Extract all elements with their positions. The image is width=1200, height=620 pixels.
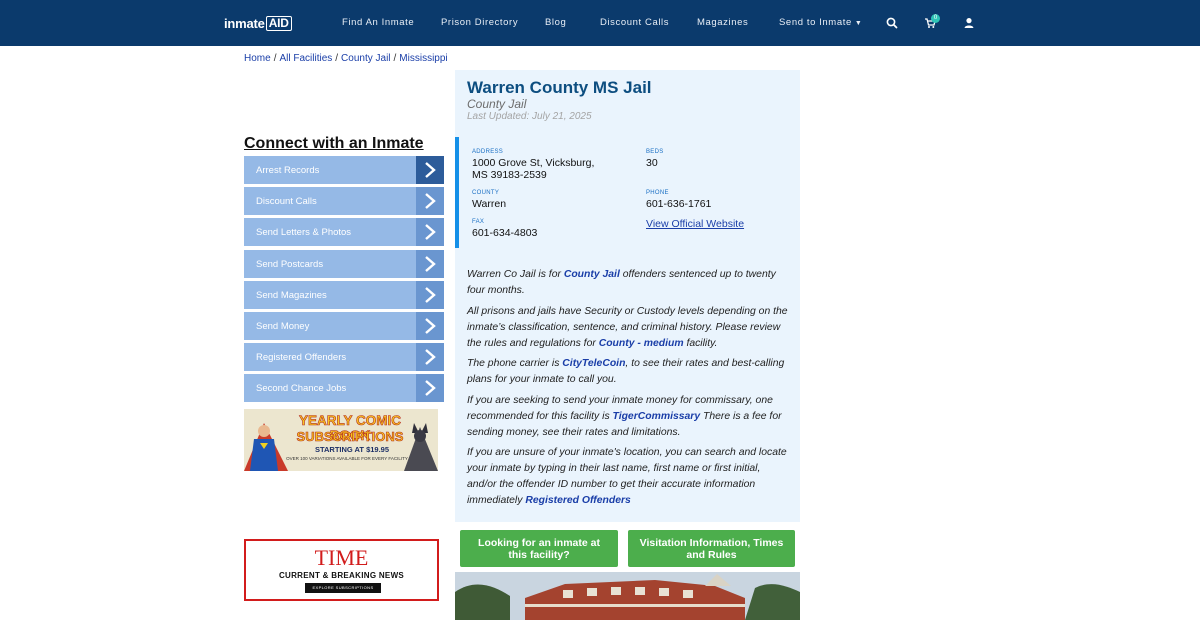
chevron-right-icon [416,218,444,247]
description-text: The phone carrier is [467,358,563,369]
breadcrumb-separator: / [393,53,397,64]
breadcrumb: Home / All Facilities / County Jail / Mississi… [244,53,448,64]
facility-type: County Jail [467,97,527,111]
info-accent-bar [455,137,459,248]
search-icon[interactable] [885,16,899,30]
security-level-link[interactable]: County - medium [599,338,684,349]
phone-value: 601-636-1761 [646,198,712,210]
chevron-right-icon [416,156,444,184]
nav-send-to-inmate[interactable]: Send to Inmate ▼ [779,17,862,28]
menu-item-discount-calls[interactable]: Discount Calls [244,187,444,216]
description-paragraph: If you are unsure of your inmate's locat… [467,445,789,509]
menu-item-label: Send Money [256,320,310,332]
commissary-link[interactable]: TigerCommissary [613,411,701,422]
address-label: ADDRESS [472,149,504,155]
registered-offenders-link[interactable]: Registered Offenders [525,495,630,506]
address-line2: MS 39183-2539 [472,169,547,181]
description-paragraph: All prisons and jails have Security or C… [467,304,789,352]
menu-item-label: Second Chance Jobs [256,383,347,395]
menu-item-registered-offenders[interactable]: Registered Offenders [244,343,444,372]
nav-magazines[interactable]: Magazines [697,17,748,28]
chevron-right-icon [416,249,444,278]
find-inmate-button[interactable]: Looking for an inmate at this facility? [460,530,618,567]
logo-text: inmate [224,15,265,31]
menu-item-send-postcards[interactable]: Send Postcards [244,249,444,278]
menu-item-label: Send Postcards [256,258,324,270]
description-text: Warren Co Jail is for [467,269,564,280]
menu-item-arrest-records[interactable]: Arrest Records [244,156,444,184]
official-website-link[interactable]: View Official Website [646,218,744,230]
breadcrumb-county-jail[interactable]: County Jail [341,53,390,64]
address-line1: 1000 Grove St, Vicksburg, [472,157,595,169]
connect-menu: Arrest Records Discount Calls Send Lette… [244,156,444,406]
caret-down-icon: ▼ [854,20,863,27]
breadcrumb-home[interactable]: Home [244,53,271,64]
phone-label: PHONE [646,190,669,196]
logo-box-text: AID [265,15,292,31]
menu-item-label: Registered Offenders [256,352,347,364]
nav-find-inmate[interactable]: Find An Inmate [342,17,414,28]
menu-item-label: Discount Calls [256,196,317,208]
top-nav: inmate AID Find An Inmate Prison Director… [0,0,1200,46]
visitation-info-button-label: Visitation Information, Times and Rules [639,536,784,561]
comic-ad-line4: OVER 100 VARIATIONS AVAILABLE FOR EVERY … [286,456,408,461]
chevron-right-icon [416,374,444,403]
description-text: facility. [683,337,718,349]
connect-heading[interactable]: Connect with an Inmate [244,135,424,153]
nav-prison-directory[interactable]: Prison Directory [441,17,518,28]
comic-ad-line2: SUBSCRIPTIONS [296,429,404,445]
menu-item-label: Arrest Records [256,165,320,176]
facility-description: Warren Co Jail is for County Jail offend… [467,267,789,514]
comic-subscription-ad[interactable]: YEARLY COMIC BOOK SUBSCRIPTIONS STARTING… [244,409,438,471]
facility-photo-image [455,572,800,620]
breadcrumb-all-facilities[interactable]: All Facilities [279,53,332,64]
menu-item-label: Send Letters & Photos [256,227,352,239]
nav-blog[interactable]: Blog [545,17,566,28]
phone-carrier-link[interactable]: CityTeleCoin [562,358,625,369]
facility-photo [455,572,800,620]
time-magazine-ad[interactable]: TIME CURRENT & BREAKING NEWS EXPLORE SUB… [244,539,439,601]
breadcrumb-separator: / [335,53,339,64]
chevron-right-icon [416,280,444,309]
menu-item-send-magazines[interactable]: Send Magazines [244,280,444,309]
menu-item-label: Send Magazines [256,289,327,301]
fax-value: 601-634-4803 [472,227,538,239]
description-paragraph: If you are seeking to send your inmate m… [467,393,789,441]
breadcrumb-mississippi[interactable]: Mississippi [399,53,447,64]
time-ad-button[interactable]: EXPLORE SUBSCRIPTIONS [305,583,381,593]
comic-ad-line3: STARTING AT $19.95 [314,445,390,454]
chevron-right-icon [416,343,444,372]
beds-label: BEDS [646,149,664,155]
page-title: Warren County MS Jail [467,78,652,97]
fax-label: FAX [472,219,485,225]
description-paragraph: Warren Co Jail is for County Jail offend… [467,267,789,299]
time-ad-brand: TIME [314,545,369,570]
chevron-right-icon [416,187,444,216]
nav-discount-calls[interactable]: Discount Calls [600,17,669,28]
county-value: Warren [472,198,507,210]
nav-send-to-inmate-label: Send to Inmate [779,17,852,28]
menu-item-send-letters-photos[interactable]: Send Letters & Photos [244,218,444,247]
site-logo[interactable]: inmate AID [224,15,292,31]
description-paragraph: The phone carrier is CityTeleCoin, to se… [467,356,789,388]
county-jail-link[interactable]: County Jail [564,269,620,280]
breadcrumb-separator: / [273,53,277,64]
find-inmate-button-label: Looking for an inmate at this facility? [478,536,600,561]
menu-item-second-chance-jobs[interactable]: Second Chance Jobs [244,374,444,403]
cart-count-badge: 0 [931,14,940,23]
time-ad-tagline: CURRENT & BREAKING NEWS [278,571,405,580]
visitation-info-button[interactable]: Visitation Information, Times and Rules [628,530,795,567]
chevron-right-icon [416,311,444,340]
county-label: COUNTY [472,190,500,196]
last-updated: Last Updated: July 21, 2025 [467,111,592,122]
user-icon[interactable] [962,16,976,30]
menu-item-send-money[interactable]: Send Money [244,311,444,340]
beds-value: 30 [646,157,658,169]
